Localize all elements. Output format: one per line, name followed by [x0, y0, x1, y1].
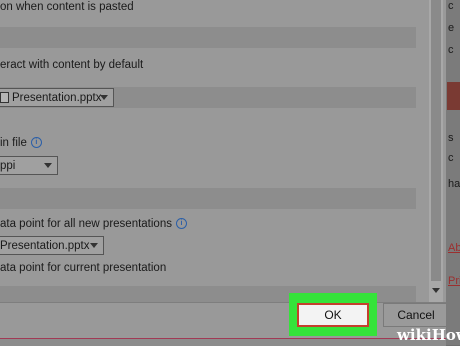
background-text: c: [448, 44, 454, 56]
footer-divider: [0, 302, 446, 303]
section-band: [0, 188, 416, 209]
default-file-value: Presentation.pptx: [12, 91, 102, 104]
resolution-dropdown[interactable]: ppi: [0, 156, 58, 175]
background-link[interactable]: Ab: [448, 242, 460, 254]
chevron-down-icon: [100, 95, 108, 100]
chevron-down-icon: [44, 163, 52, 168]
data-point-file-value: Presentation.pptx: [0, 239, 90, 252]
data-point-new-label: ata point for all new presentations i: [0, 218, 187, 230]
in-file-text: in file: [0, 137, 27, 149]
background-text: c: [448, 152, 454, 164]
data-point-new-text: ata point for all new presentations: [0, 218, 172, 230]
powerpoint-options-dialog: on when content is pasted eract with con…: [0, 0, 449, 346]
data-point-file-dropdown[interactable]: Presentation.pptx: [0, 236, 104, 255]
default-file-dropdown[interactable]: Presentation.pptx: [0, 88, 114, 107]
in-file-label: in file i: [0, 137, 42, 149]
background-text: ha: [448, 178, 460, 190]
data-point-current-text: ata point for current presentation: [0, 262, 167, 274]
resolution-value: ppi: [0, 159, 16, 172]
scroll-down-arrow-icon[interactable]: [432, 288, 440, 293]
background-text: c: [448, 0, 454, 12]
ok-button[interactable]: OK: [297, 303, 369, 327]
file-icon: [0, 92, 9, 103]
section-band: [0, 27, 416, 48]
info-icon[interactable]: i: [175, 218, 187, 230]
chevron-down-icon: [90, 243, 98, 248]
cancel-button[interactable]: Cancel: [383, 303, 449, 327]
background-link[interactable]: Pri: [448, 275, 460, 287]
background-text: e: [448, 22, 455, 34]
interact-option-text: eract with content by default: [0, 59, 144, 71]
background-text: s: [448, 132, 454, 144]
scrollbar-thumb[interactable]: [431, 0, 441, 281]
paste-option-text: on when content is pasted: [0, 1, 134, 13]
wikihow-watermark: wikiHow: [397, 326, 460, 344]
background-red-block: [447, 82, 460, 110]
info-icon[interactable]: i: [30, 137, 42, 149]
